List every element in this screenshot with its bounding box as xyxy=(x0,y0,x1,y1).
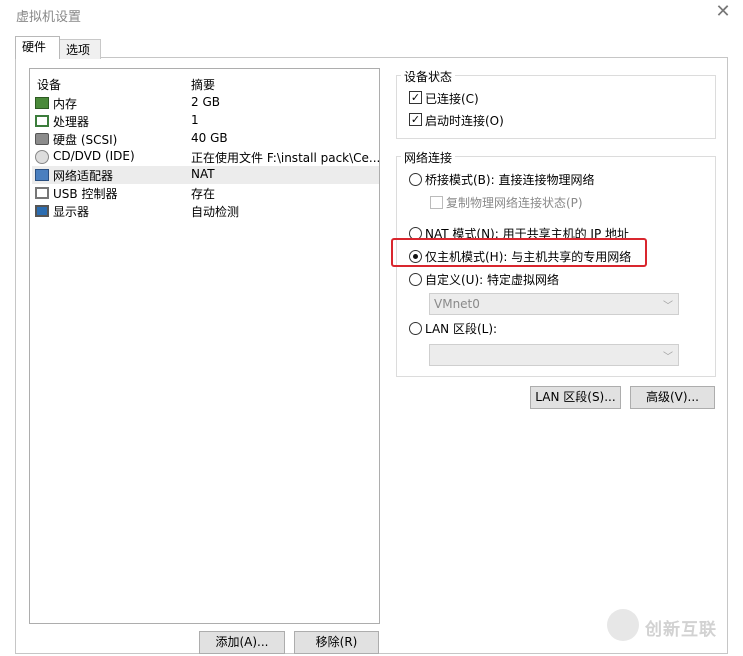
advanced-button[interactable]: 高级(V)... xyxy=(630,386,715,409)
connect-at-power-on-checkbox[interactable]: ✓ xyxy=(409,113,422,126)
highlight-box xyxy=(391,238,647,267)
device-status-title: 设备状态 xyxy=(401,68,456,85)
column-header-device[interactable]: 设备 xyxy=(37,76,61,93)
device-row-memory[interactable]: 内存 2 GB xyxy=(32,94,379,112)
connect-at-power-on-label[interactable]: 启动时连接(O) xyxy=(425,112,504,129)
close-icon[interactable]: ✕ xyxy=(714,3,732,21)
watermark-logo-icon xyxy=(607,609,639,641)
device-summary: 自动检测 xyxy=(191,205,240,219)
device-name: 处理器 xyxy=(53,115,90,129)
display-icon xyxy=(35,205,49,217)
network-connection-title: 网络连接 xyxy=(401,149,456,166)
window-title: 虚拟机设置 xyxy=(16,10,82,25)
watermark-text: 创新互联 xyxy=(645,620,717,640)
device-row-hard-disk[interactable]: 硬盘 (SCSI) 40 GB xyxy=(32,130,379,148)
replicate-state-label[interactable]: 复制物理网络连接状态(P) xyxy=(446,194,583,211)
processor-icon xyxy=(35,115,49,127)
remove-device-button[interactable]: 移除(R) xyxy=(294,631,379,654)
custom-label[interactable]: 自定义(U): 特定虚拟网络 xyxy=(425,271,559,288)
device-row-cd-dvd[interactable]: CD/DVD (IDE) 正在使用文件 F:\install pack\Ce..… xyxy=(32,148,381,166)
device-name: CD/DVD (IDE) xyxy=(53,149,135,163)
device-row-display[interactable]: 显示器 自动检测 xyxy=(32,202,379,220)
cd-dvd-icon xyxy=(35,150,49,164)
device-summary: 存在 xyxy=(191,187,216,201)
device-name: 网络适配器 xyxy=(53,169,114,183)
column-header-summary[interactable]: 摘要 xyxy=(191,76,215,93)
device-summary: 2 GB xyxy=(191,95,220,109)
tab-hardware[interactable]: 硬件 xyxy=(15,36,60,59)
device-name: 内存 xyxy=(53,97,78,111)
device-summary: 正在使用文件 F:\install pack\Ce... xyxy=(191,151,381,165)
lan-segment-select[interactable]: ﹀ xyxy=(429,344,679,366)
bridged-label[interactable]: 桥接模式(B): 直接连接物理网络 xyxy=(425,171,594,188)
device-summary: NAT xyxy=(191,167,215,181)
lan-segment-radio[interactable] xyxy=(409,322,422,335)
device-row-network-adapter[interactable]: 网络适配器 NAT xyxy=(32,166,379,184)
memory-icon xyxy=(35,97,49,109)
replicate-state-checkbox[interactable] xyxy=(430,196,443,209)
device-name: USB 控制器 xyxy=(53,187,118,201)
connected-label[interactable]: 已连接(C) xyxy=(425,90,479,107)
bridged-radio[interactable] xyxy=(409,173,422,186)
device-summary: 40 GB xyxy=(191,131,228,145)
device-summary: 1 xyxy=(191,113,199,127)
custom-network-value: VMnet0 xyxy=(434,297,480,311)
network-adapter-icon xyxy=(35,169,49,181)
device-name: 硬盘 (SCSI) xyxy=(53,133,118,147)
chevron-down-icon: ﹀ xyxy=(663,352,673,363)
usb-controller-icon xyxy=(35,187,49,199)
lan-segments-button[interactable]: LAN 区段(S)... xyxy=(530,386,621,409)
device-row-usb-controller[interactable]: USB 控制器 存在 xyxy=(32,184,379,202)
device-name: 显示器 xyxy=(53,205,90,219)
custom-radio[interactable] xyxy=(409,273,422,286)
custom-network-select[interactable]: VMnet0 ﹀ xyxy=(429,293,679,315)
connected-checkbox[interactable]: ✓ xyxy=(409,91,422,104)
add-device-button[interactable]: 添加(A)... xyxy=(199,631,285,654)
device-row-processor[interactable]: 处理器 1 xyxy=(32,112,379,130)
lan-segment-label[interactable]: LAN 区段(L): xyxy=(425,320,497,337)
tab-options[interactable]: 选项 xyxy=(59,39,101,59)
hard-disk-icon xyxy=(35,133,49,145)
chevron-down-icon: ﹀ xyxy=(663,301,673,312)
